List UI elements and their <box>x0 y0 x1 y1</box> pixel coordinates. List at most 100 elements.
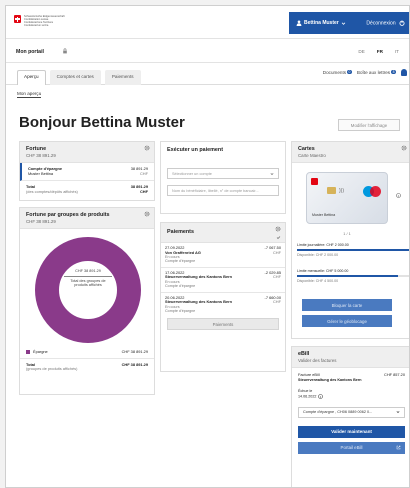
donut-caption: Total des groupes de produits affichés <box>70 278 106 288</box>
groups-total-sub: (groupes de produits affichés) <box>26 366 78 372</box>
chevron-down-icon <box>396 411 400 414</box>
legend-amount: CHF 38 891.29 <box>121 349 148 354</box>
lang-fr[interactable]: FR <box>377 49 383 54</box>
gear-icon[interactable] <box>275 226 281 232</box>
daily-limit-bar <box>297 249 409 252</box>
logout-icon <box>399 20 405 26</box>
fortune-card: Fortune CHF 38 891.29 Compte d'épargne 38… <box>19 141 155 201</box>
logout-label: Déconnexion <box>366 20 396 27</box>
federal-logo[interactable]: Schweizerische Eidgenossenschaft Confédé… <box>14 15 65 27</box>
execute-payment-card: Exécuter un paiement Sélectionner un com… <box>160 141 286 214</box>
product-groups-card: Fortune par groupes de produits CHF 38 8… <box>19 207 155 395</box>
block-card-button[interactable]: Bloquer la carte <box>302 299 392 311</box>
lock-icon <box>63 48 67 54</box>
payment-item[interactable]: 17.06.2022 -2 029.85 Steuerverwaltung des… <box>161 268 285 293</box>
groups-total: Total CHF 38 891.29 (groupes de produits … <box>20 359 154 376</box>
invoice-amount: CHF 857.20 <box>384 372 405 377</box>
daily-limit-bar-fill <box>297 249 409 252</box>
gear-icon[interactable] <box>144 211 150 217</box>
user-icon <box>296 20 302 26</box>
legend-swatch <box>26 350 30 354</box>
page-title: Bonjour Bettina Muster <box>19 114 185 131</box>
cards-card: Cartes Carte Maestro ))) Muster Bettina … <box>291 141 409 339</box>
beneficiary-search-placeholder: Nom du bénéficiaire, libellé, n° de comp… <box>172 188 259 193</box>
breadcrumb[interactable]: Mon aperçu <box>17 91 42 98</box>
account-select[interactable]: Sélectionner un compte <box>167 168 279 179</box>
fortune-amount: CHF 38 891.29 <box>26 153 56 158</box>
top-header: Schweizerische Eidgenossenschaft Confédé… <box>6 6 409 39</box>
logo-text: Schweizerische Eidgenossenschaft Confédé… <box>24 15 65 27</box>
bell-icon[interactable] <box>401 69 407 76</box>
account-currency: CHF <box>140 170 148 176</box>
validate-now-button[interactable]: Valider maintenant <box>298 425 405 438</box>
legend-label: Épargne <box>33 349 48 355</box>
lang-de[interactable]: DE <box>358 49 364 54</box>
donut-area: CHF 38 891.29 Total des groupes de produ… <box>20 229 154 347</box>
ebill-account-value: Compte d'épargne , CH06 0889 0062 0... <box>303 410 373 415</box>
fortune-total-sub: (des comptes/dépôts affichés) <box>26 188 78 194</box>
payment-item[interactable]: 27.09.2022 -7 067.50 Von Graffenried AG CH… <box>161 243 285 268</box>
tab-overview[interactable]: Aperçu <box>17 70 46 85</box>
card-holder: Muster Bettina <box>312 213 336 217</box>
ebill-portal-button[interactable]: Portail eBill <box>298 441 405 454</box>
monthly-available: Disponible: CHF 4 500.00 <box>297 279 339 284</box>
donut-amount: CHF 38 891.29 <box>75 269 101 273</box>
gear-icon[interactable] <box>144 145 150 151</box>
invoice-label: Facture eBill <box>298 372 320 377</box>
documents-badge: 0 <box>347 70 352 74</box>
legend-row[interactable]: Épargne CHF 38 891.29 <box>20 347 154 359</box>
contactless-icon: ))) <box>339 188 344 194</box>
due-date: 14.06.2022 <box>298 394 317 399</box>
fortune-total: Total 38 891.29 (des comptes/dépôts affic… <box>20 181 154 198</box>
payment-account: Compte d'épargne <box>165 309 196 314</box>
inbox-link[interactable]: Boîte aux lettres 8 <box>357 70 396 75</box>
monthly-limit-bar-fill <box>297 275 398 278</box>
ebill-subtitle: Valider des factures <box>298 358 337 363</box>
card-info-icon[interactable] <box>396 193 401 200</box>
gear-icon[interactable] <box>401 145 407 151</box>
fortune-title: Fortune <box>26 146 47 152</box>
ebill-account-select[interactable]: Compte d'épargne , CH06 0889 0062 0... <box>298 406 405 418</box>
ebill-portal-label: Portail eBill <box>340 445 363 451</box>
account-row[interactable]: Compte d'épargne 38 891.29 Muster Bettina… <box>20 163 154 182</box>
payment-currency: CHF <box>273 249 281 255</box>
exec-payment-title: Exécuter un paiement <box>167 147 224 153</box>
beneficiary-search-input[interactable]: Nom du bénéficiaire, libellé, n° de comp… <box>167 185 279 196</box>
language-switcher: DE FR IT <box>358 49 399 54</box>
payment-account: Compte d'épargne <box>165 259 196 264</box>
logout-button[interactable]: Déconnexion <box>366 20 405 26</box>
payments-title: Paiements <box>167 229 194 235</box>
modify-display-button[interactable]: Modifier l'affichage <box>338 119 400 131</box>
groups-total-amount: CHF 38 891.29 <box>121 361 148 367</box>
payments-button[interactable]: Paiements <box>167 318 279 331</box>
invoice-biller: Steuerverwaltung des Kantons Bern <box>298 377 362 382</box>
card-image[interactable]: ))) Muster Bettina <box>306 172 388 224</box>
payment-item[interactable]: 20.06.2022 -7 660.00 Steuerverwaltung des… <box>161 293 285 317</box>
groups-amount: CHF 38 891.29 <box>26 219 56 224</box>
daily-limit: Limite journalière: CHF 2 000.00 Disponi… <box>297 243 409 258</box>
cards-subtitle: Carte Maestro <box>298 153 326 158</box>
geoblocking-button[interactable]: Gérer le géoblocage <box>302 315 392 327</box>
portal-title[interactable]: Mon portail <box>16 49 44 55</box>
monthly-limit-label: Limite mensuelle: CHF 5 000.00 <box>297 269 349 273</box>
lang-it[interactable]: IT <box>395 49 399 54</box>
payment-account: Compte d'épargne <box>165 284 196 289</box>
portal-bar: Mon portail DE FR IT <box>6 39 409 63</box>
monthly-limit-bar <box>297 275 409 278</box>
ebill-title: eBill <box>298 351 310 357</box>
inbox-badge: 8 <box>391 70 396 74</box>
donut-chart[interactable] <box>28 229 148 347</box>
maestro-logo-icon <box>363 186 381 197</box>
info-icon[interactable] <box>317 393 323 399</box>
ebill-invoice[interactable]: Facture eBill CHF 857.20 Steuerverwaltung… <box>292 368 409 387</box>
tab-payments[interactable]: Paiements <box>104 70 141 85</box>
donut-divider <box>64 275 112 277</box>
cards-title: Cartes <box>298 146 315 152</box>
documents-label: Documents <box>322 70 347 75</box>
ebill-due: Échue le 14.06.2022 <box>292 387 409 401</box>
groups-title: Fortune par groupes de produits <box>26 212 110 218</box>
user-menu-button[interactable]: Bettina Muster <box>289 20 346 26</box>
inbox-label: Boîte aux lettres <box>356 70 391 75</box>
tab-accounts-cards[interactable]: Comptes et cartes <box>49 70 101 85</box>
documents-link[interactable]: Documents 0 <box>323 70 352 75</box>
